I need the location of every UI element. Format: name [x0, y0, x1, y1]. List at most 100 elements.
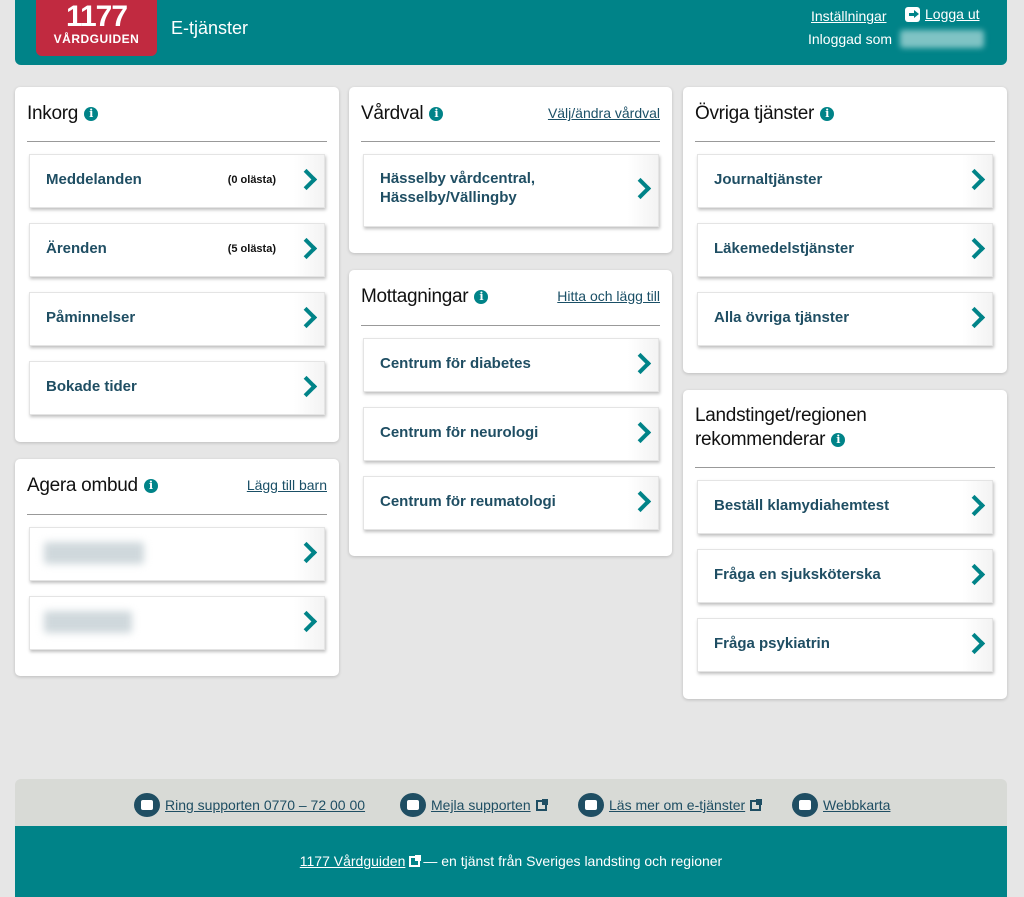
- info-icon[interactable]: i: [143, 479, 158, 493]
- redacted-name: [44, 611, 132, 633]
- card-label: Läkemedelstjänster: [714, 240, 855, 257]
- list-icon: [792, 793, 818, 817]
- card-label: Bokade tider: [46, 378, 137, 395]
- user-name-redacted: [900, 30, 984, 48]
- service-item-all-other[interactable]: Alla övriga tjänster: [697, 292, 993, 346]
- support-email-link[interactable]: Mejla supporten: [400, 793, 548, 817]
- change-care-choice-link[interactable]: Välj/ändra vårdval: [548, 105, 660, 121]
- chevron-right-icon: [294, 155, 324, 207]
- info-icon[interactable]: i: [831, 433, 846, 447]
- inbox-item-messages[interactable]: Meddelanden (0 olästa): [29, 154, 325, 208]
- recommended-panel: Landstinget/regionen rekommenderar i Bestä…: [683, 390, 1007, 699]
- inbox-item-cases[interactable]: Ärenden (5 olästa): [29, 223, 325, 277]
- card-label: Journaltjänster: [714, 171, 823, 188]
- recommended-title: Landstinget/regionen rekommenderar i: [695, 404, 867, 452]
- clinics-title: Mottagningar i: [361, 286, 489, 308]
- recommended-item-ask-psychiatry[interactable]: Fråga psykiatrin: [697, 618, 993, 672]
- care-choice-panel: Vårdval i Välj/ändra vårdval Hässelby vår…: [349, 87, 672, 253]
- card-label: Fråga psykiatrin: [714, 635, 830, 652]
- app-title: E-tjänster: [171, 18, 249, 38]
- clinic-item-rheumatology[interactable]: Centrum för reumatologi: [363, 476, 659, 530]
- redacted-name: [44, 542, 144, 564]
- other-services-title-text: Övriga tjänster: [695, 103, 815, 124]
- proxy-item[interactable]: [29, 596, 325, 650]
- logo-number: 1177: [65, 0, 128, 33]
- recommended-title-line1: Landstinget/regionen: [695, 405, 867, 426]
- info-icon[interactable]: i: [474, 290, 489, 304]
- info-icon[interactable]: i: [84, 107, 99, 121]
- settings-link[interactable]: Inställningar: [811, 8, 887, 24]
- card-label: Centrum för diabetes: [380, 355, 531, 372]
- divider: [361, 141, 660, 142]
- card-label: Ärenden: [46, 240, 107, 257]
- clinics-title-text: Mottagningar: [361, 286, 469, 307]
- divider: [695, 467, 995, 468]
- header: 1177 VÅRDGUIDEN E-tjänster Inställningar…: [15, 0, 1007, 65]
- info-icon[interactable]: i: [429, 107, 444, 121]
- service-item-medication[interactable]: Läkemedelstjänster: [697, 223, 993, 277]
- chevron-right-icon: [962, 550, 992, 602]
- footer-text: — en tjänst från Sveriges landsting och …: [423, 853, 723, 869]
- add-child-link[interactable]: Lägg till barn: [247, 477, 327, 493]
- service-item-journal[interactable]: Journaltjänster: [697, 154, 993, 208]
- chevron-right-icon: [628, 155, 658, 226]
- support-phone-link[interactable]: Ring supporten 0770 – 72 00 00: [134, 793, 365, 817]
- inbox-item-reminders[interactable]: Påminnelser: [29, 292, 325, 346]
- footer-1177-link[interactable]: 1177 Vårdguiden: [300, 853, 406, 869]
- clinic-item-neurology[interactable]: Centrum för neurologi: [363, 407, 659, 461]
- other-services-title: Övriga tjänster i: [695, 103, 835, 125]
- external-link-icon: [750, 798, 763, 811]
- card-label: Fråga en sjuksköterska: [714, 566, 881, 583]
- card-label-line2: Hässelby/Vällingby: [380, 189, 517, 206]
- support-email-text[interactable]: Mejla supporten: [431, 797, 531, 813]
- unread-count: (0 olästa): [227, 174, 276, 186]
- chevron-right-icon: [294, 293, 324, 345]
- chevron-right-icon: [294, 362, 324, 414]
- chevron-right-icon: [294, 597, 324, 649]
- recommended-item-chlamydia-test[interactable]: Beställ klamydiahemtest: [697, 480, 993, 534]
- card-label: Centrum för neurologi: [380, 424, 539, 441]
- chevron-right-icon: [628, 408, 658, 460]
- chevron-right-icon: [962, 481, 992, 533]
- care-choice-title-text: Vårdval: [361, 103, 424, 124]
- other-services-panel: Övriga tjänster i Journaltjänster Läkemed…: [683, 87, 1007, 373]
- chevron-right-icon: [962, 224, 992, 276]
- recommended-item-ask-nurse[interactable]: Fråga en sjuksköterska: [697, 549, 993, 603]
- chevron-right-icon: [294, 224, 324, 276]
- logged-in-label: Inloggad som: [808, 31, 893, 47]
- sitemap-text[interactable]: Webbkarta: [823, 797, 890, 813]
- divider: [27, 514, 327, 515]
- proxy-panel: Agera ombud i Lägg till barn: [15, 459, 339, 676]
- logo[interactable]: 1177 VÅRDGUIDEN: [36, 0, 157, 56]
- footer: 1177 Vårdguiden — en tjänst från Sveriges…: [15, 826, 1007, 897]
- care-choice-title: Vårdval i: [361, 103, 444, 125]
- read-more-text[interactable]: Läs mer om e-tjänster: [609, 797, 745, 813]
- chevron-right-icon: [294, 528, 324, 580]
- logo-text: VÅRDGUIDEN: [53, 32, 140, 46]
- find-add-clinic-link[interactable]: Hitta och lägg till: [557, 288, 660, 304]
- divider: [695, 141, 995, 142]
- proxy-title: Agera ombud i: [27, 475, 158, 497]
- logout-button[interactable]: Logga ut: [905, 6, 980, 22]
- chevron-right-icon: [628, 339, 658, 391]
- chevron-right-icon: [628, 477, 658, 529]
- info-icon[interactable]: i: [820, 107, 835, 121]
- inbox-panel: Inkorg i Meddelanden (0 olästa) Ärenden (…: [15, 87, 339, 442]
- logout-link[interactable]: Logga ut: [925, 6, 980, 22]
- chevron-right-icon: [962, 619, 992, 671]
- support-phone-text[interactable]: Ring supporten 0770 – 72 00 00: [165, 797, 365, 813]
- sitemap-link[interactable]: Webbkarta: [792, 793, 890, 817]
- chevron-right-icon: [962, 155, 992, 207]
- card-label: Meddelanden: [46, 171, 142, 188]
- card-label: Alla övriga tjänster: [714, 309, 850, 326]
- logout-icon: [905, 6, 920, 22]
- footer-line: 1177 Vårdguiden — en tjänst från Sveriges…: [15, 853, 1007, 869]
- read-more-link[interactable]: Läs mer om e-tjänster: [578, 793, 763, 817]
- clinic-item-diabetes[interactable]: Centrum för diabetes: [363, 338, 659, 392]
- clinics-panel: Mottagningar i Hitta och lägg till Centru…: [349, 270, 672, 556]
- info-globe-icon: [578, 793, 604, 817]
- inbox-item-appointments[interactable]: Bokade tider: [29, 361, 325, 415]
- proxy-item[interactable]: [29, 527, 325, 581]
- support-bar: Ring supporten 0770 – 72 00 00 Mejla sup…: [15, 779, 1007, 826]
- care-choice-item[interactable]: Hässelby vårdcentral, Hässelby/Vällingby: [363, 154, 659, 227]
